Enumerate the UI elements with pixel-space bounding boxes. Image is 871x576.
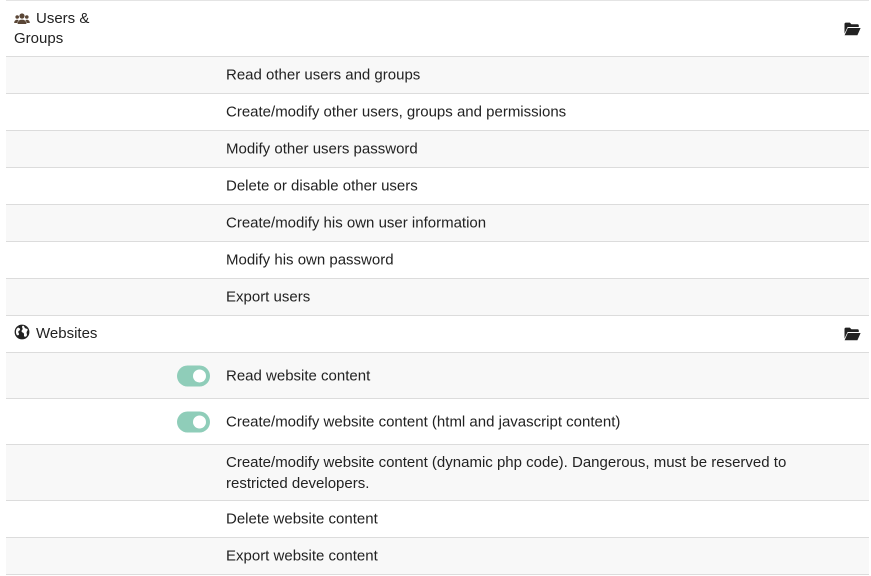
section-title-users-groups: Users & Groups [14,9,89,49]
permission-row: Export users [6,279,869,316]
users-icon [14,12,30,24]
folder-open-icon[interactable] [844,22,861,36]
permission-label: Create/modify website content (html and … [226,413,621,430]
permission-row: Delete or disable other users [6,168,869,205]
permission-row: Modify other users password [6,131,869,168]
permission-toggle-on[interactable] [177,365,210,386]
permission-row: Read other users and groups [6,57,869,94]
section-title-line-2: Groups [14,29,64,47]
permission-label: Export website content [226,547,378,565]
toggle-knob [193,415,206,428]
section-title-websites: Websites [14,324,97,344]
permission-toggle-on[interactable] [177,411,210,432]
permission-label: Create/modify website content (dynamic p… [226,453,787,492]
permission-row: Create/modify website content (dynamic p… [6,445,869,501]
permissions-table: Users & Groups Read other users and grou… [6,0,869,575]
permission-row: Create/modify website content (html and … [6,399,869,445]
permission-label: Create/modify his own user information [226,214,487,232]
permission-label: Create/modify other users, groups and pe… [226,103,567,121]
section-header-websites: Websites [6,316,869,353]
permission-row: Modify his own password [6,242,869,279]
permission-label: Export users [226,288,311,306]
permission-label: Read website content [226,367,371,384]
permission-row: Read website content [6,353,869,399]
section-header-users-groups: Users & Groups [6,1,869,57]
section-title-line-1: Users & [36,9,90,27]
toggle-knob [193,369,206,382]
permission-row: Export website content [6,538,869,575]
permission-label: Delete or disable other users [226,177,418,195]
globe-icon [14,324,30,340]
permission-label: Read other users and groups [226,66,421,84]
section-title-text: Websites [36,325,98,342]
permission-row: Create/modify his own user information [6,205,869,242]
permission-label: Delete website content [226,510,378,528]
section-title-text: Users & Groups [14,9,90,49]
folder-open-icon[interactable] [844,327,861,341]
permission-label: Modify his own password [226,251,394,269]
permission-row: Delete website content [6,501,869,538]
permission-label: Modify other users password [226,140,418,158]
permission-row: Create/modify other users, groups and pe… [6,94,869,131]
